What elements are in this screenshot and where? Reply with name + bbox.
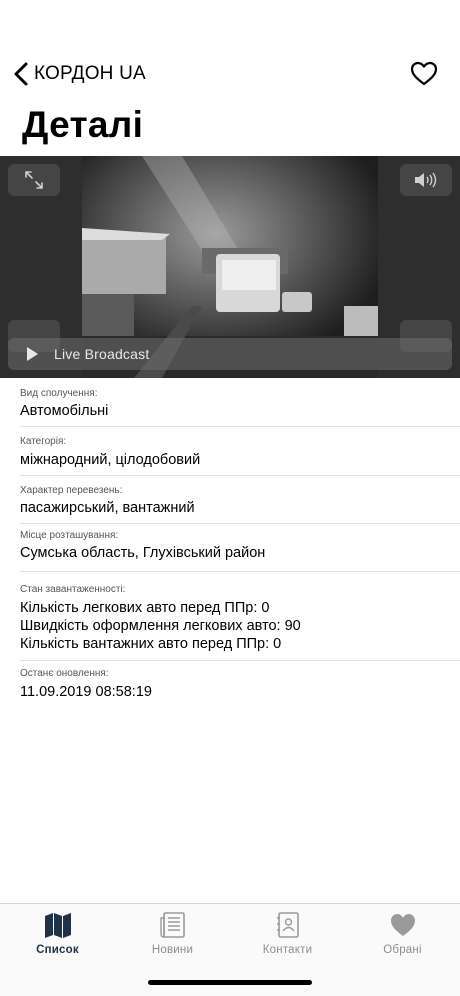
tab-news[interactable]: Новини	[115, 904, 230, 964]
detail-row-load-status: Стан завантаженності: Кількість легкових…	[20, 572, 460, 661]
live-broadcast-label: Live Broadcast	[54, 346, 150, 362]
playback-bar: Live Broadcast	[8, 338, 452, 370]
expand-icon	[25, 171, 43, 189]
detail-label: Місце розташування:	[20, 530, 119, 541]
back-button[interactable]: КОРДОН UA	[12, 60, 146, 88]
detail-label: Характер перевезень:	[20, 485, 123, 496]
speaker-icon-wrapper	[400, 164, 452, 196]
detail-value: Автомобільні	[20, 403, 109, 419]
tab-label: Список	[36, 944, 79, 956]
detail-value: 11.09.2019 08:58:19	[20, 684, 152, 700]
detail-value: Кількість вантажних авто перед ППр: 0	[20, 636, 282, 652]
tab-label: Обрані	[383, 944, 422, 956]
map-icon	[45, 913, 71, 938]
detail-row-category: Категорія: міжнародний, цілодобовий	[20, 427, 460, 476]
page-title: Деталі	[22, 104, 144, 145]
detail-value: Сумська область, Глухівський район	[20, 545, 266, 561]
detail-value: міжнародний, цілодобовий	[20, 452, 201, 468]
speaker-icon	[415, 172, 437, 188]
favorite-heart-icon[interactable]	[410, 60, 438, 88]
home-indicator	[148, 980, 312, 985]
detail-row-location: Місце розташування: Сумська область, Глу…	[20, 524, 460, 572]
detail-value: Кількість легкових авто перед ППр: 0	[20, 600, 270, 616]
tab-label: Контакти	[262, 944, 313, 956]
detail-label: Вид сполучення:	[20, 388, 98, 399]
detail-value: Швидкість оформлення легкових авто: 90	[20, 618, 301, 634]
tab-favorites[interactable]: Обрані	[345, 904, 460, 964]
back-label: КОРДОН UA	[34, 63, 146, 84]
tab-list[interactable]: Список	[0, 904, 115, 964]
detail-value: пасажирський, вантажний	[20, 500, 195, 516]
chevron-left-icon	[14, 62, 28, 86]
play-icon[interactable]	[24, 346, 40, 362]
newspaper-icon	[160, 912, 185, 938]
detail-row-last-update: Останє оновлення: 11.09.2019 08:58:19	[20, 661, 460, 711]
detail-label: Категорія:	[20, 436, 67, 447]
contact-book-icon	[277, 912, 299, 938]
expand-icon-wrapper	[8, 164, 60, 196]
detail-row-transport-type: Характер перевезень: пасажирський, ванта…	[20, 476, 460, 524]
detail-label: Останє оновлення:	[20, 668, 109, 679]
heart-icon	[391, 914, 415, 936]
tab-contacts[interactable]: Контакти	[230, 904, 345, 964]
navigation-bar: КОРДОН UA	[0, 56, 460, 92]
detail-row-connection-type: Вид сполучення: Автомобільні	[20, 378, 460, 427]
detail-label: Стан завантаженності:	[20, 584, 126, 595]
tab-label: Новини	[151, 944, 194, 956]
